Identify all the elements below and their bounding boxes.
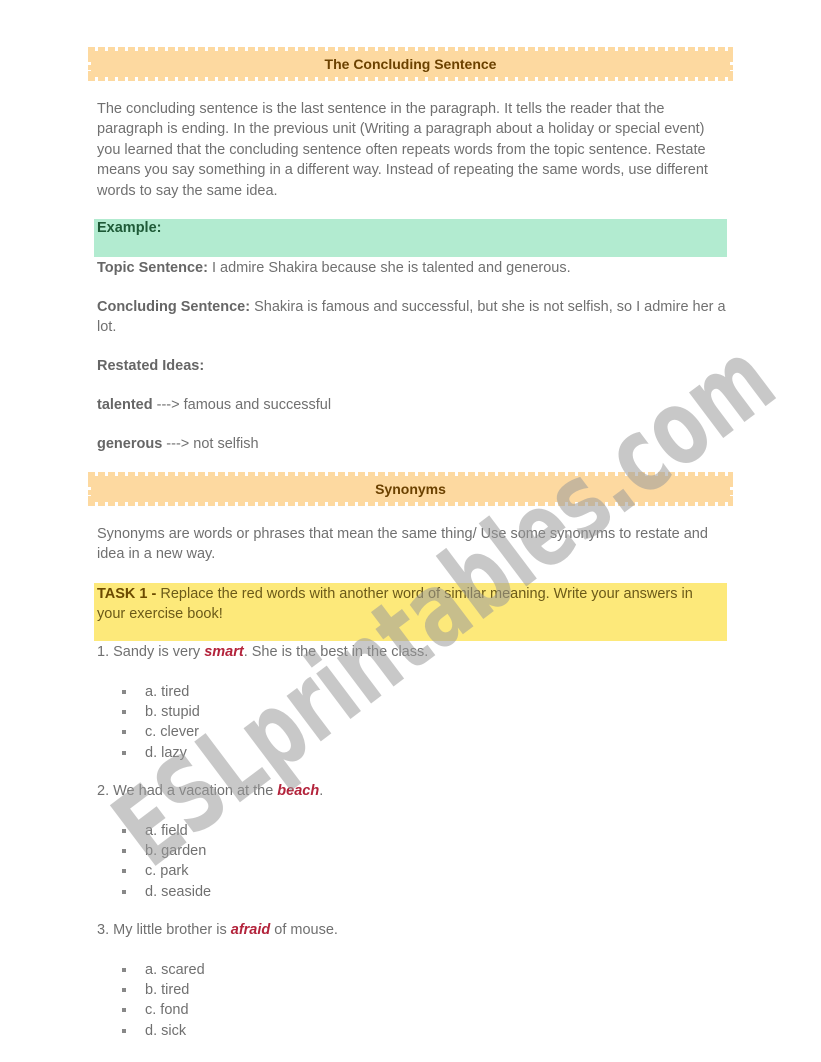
question-3: 3. My little brother is afraid of mouse. [97,920,727,940]
synonyms-intro: Synonyms are words or phrases that mean … [97,526,708,563]
red-word: beach [277,783,320,799]
option-item: b. stupid [118,702,200,722]
section-title: The Concluding Sentence [324,56,497,72]
restated-word: talented [97,397,153,413]
question-text: of mouse. [270,922,338,938]
task-label: TASK 1 - [97,586,157,602]
question-text: . She is the best in the class. [243,644,429,660]
restated-text: ---> famous and successful [152,397,332,413]
option-item: d. sick [118,1021,205,1041]
intro-paragraph: The concluding sentence is the last sent… [97,101,708,199]
task-text: Replace the red words with another word … [97,586,693,623]
option-item: a. scared [118,960,205,980]
option-item: c. fond [118,1000,205,1020]
option-item: d. seaside [118,882,211,902]
restated-label: Restated Ideas: [97,358,205,374]
option-item: c. park [118,861,211,881]
question-text: 3. My little brother is [97,922,231,938]
question-text: 2. We had a vacation at the [97,783,278,799]
options-list-1: a. tired b. stupid c. clever d. lazy [118,682,200,763]
option-item: a. tired [118,682,200,702]
section-banner-synonyms: Synonyms [88,472,733,506]
restated-heading: Restated Ideas: [97,356,727,376]
question-text: . [319,783,324,799]
example-box: Example: [94,219,727,257]
option-item: a. field [118,821,211,841]
question-2: 2. We had a vacation at the beach. [97,781,727,801]
worksheet-page: The Concluding Sentence The concluding s… [0,0,821,1062]
options-list-2: a. field b. garden c. park d. seaside [118,821,211,902]
red-word: smart [204,644,244,660]
task-box: TASK 1 - Replace the red words with anot… [94,583,727,641]
option-item: d. lazy [118,743,200,763]
option-item: b. tired [118,980,205,1000]
concluding-sentence: Concluding Sentence: Shakira is famous a… [97,297,727,338]
question-text: 1. Sandy is very [97,644,205,660]
restated-word: generous [97,436,163,452]
restated-item: talented ---> famous and successful [97,395,727,415]
section-banner-concluding: The Concluding Sentence [88,47,733,81]
topic-text: I admire Shakira because she is talented… [207,260,571,276]
restated-text: ---> not selfish [162,436,259,452]
topic-sentence: Topic Sentence: I admire Shakira because… [97,258,727,278]
option-item: b. garden [118,841,211,861]
task-instructions: TASK 1 - Replace the red words with anot… [97,584,722,625]
topic-label: Topic Sentence: [97,260,208,276]
restated-item: generous ---> not selfish [97,434,727,454]
section-title: Synonyms [375,481,446,497]
options-list-3: a. scared b. tired c. fond d. sick [118,960,205,1041]
question-1: 1. Sandy is very smart. She is the best … [97,642,727,662]
option-item: c. clever [118,722,200,742]
red-word: afraid [230,922,271,938]
concluding-label: Concluding Sentence: [97,299,251,315]
example-label: Example: [97,220,162,236]
